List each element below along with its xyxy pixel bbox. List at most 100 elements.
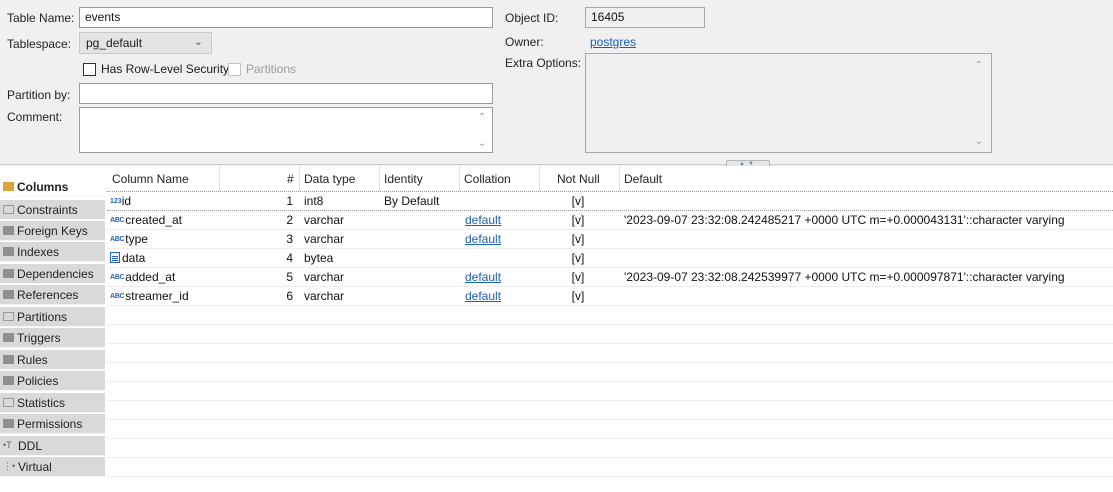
scroll-down-icon[interactable]: ⌄: [478, 138, 486, 149]
data-type-cell[interactable]: varchar: [304, 270, 344, 284]
partitions-label: Partitions: [246, 62, 297, 76]
text-type-icon: ABC: [110, 274, 125, 281]
empty-row: [107, 382, 1113, 401]
header-identity[interactable]: Identity: [384, 172, 423, 186]
owner-link[interactable]: postgres: [590, 35, 636, 49]
not-null-cell[interactable]: [v]: [550, 251, 606, 265]
header-collation[interactable]: Collation: [464, 172, 511, 186]
identity-cell[interactable]: By Default: [384, 194, 439, 208]
tab-references[interactable]: References: [0, 285, 105, 305]
not-null-cell[interactable]: [v]: [550, 194, 606, 208]
columns-grid[interactable]: Column Name # Data type Identity Collati…: [107, 166, 1113, 492]
binary-type-icon: [110, 252, 120, 263]
table-row[interactable]: ABCadded_at 5 varchar default [v] '2023-…: [107, 268, 1113, 287]
column-name-cell[interactable]: 123id: [110, 194, 131, 208]
statistics-icon: [3, 398, 14, 407]
comment-textarea[interactable]: ⌃ ⌄: [79, 107, 493, 153]
column-name-cell[interactable]: ABCtype: [110, 232, 148, 246]
table-row[interactable]: data 4 bytea [v]: [107, 249, 1113, 268]
tab-foreign-keys[interactable]: Foreign Keys: [0, 221, 105, 241]
column-name-text: type: [125, 232, 148, 246]
text-type-icon: ABC: [110, 217, 125, 224]
text-type-icon: ABC: [110, 293, 125, 300]
ordinal-cell[interactable]: 5: [267, 270, 293, 284]
tab-indexes[interactable]: Indexes: [0, 242, 105, 262]
table-name-input[interactable]: events: [79, 7, 493, 28]
tab-partitions[interactable]: Partitions: [0, 307, 105, 327]
header-data-type[interactable]: Data type: [304, 172, 355, 186]
tab-triggers[interactable]: Triggers: [0, 328, 105, 348]
table-name-label: Table Name:: [7, 11, 75, 25]
not-null-cell[interactable]: [v]: [550, 213, 606, 227]
ordinal-cell[interactable]: 6: [267, 289, 293, 303]
header-default[interactable]: Default: [624, 172, 662, 186]
tab-columns[interactable]: Columns: [0, 177, 106, 197]
data-type-cell[interactable]: varchar: [304, 232, 344, 246]
object-id-field: 16405: [585, 7, 705, 28]
scroll-up-icon[interactable]: ⌃: [478, 112, 486, 123]
not-null-cell[interactable]: [v]: [550, 270, 606, 284]
panel-splitter[interactable]: [0, 164, 1113, 165]
column-name-cell[interactable]: data: [110, 251, 145, 265]
partitions-checkbox[interactable]: Partitions: [228, 62, 296, 76]
header-ordinal[interactable]: #: [287, 172, 294, 186]
partition-by-input[interactable]: [79, 83, 493, 104]
rules-icon: [3, 355, 14, 364]
ordinal-cell[interactable]: 3: [267, 232, 293, 246]
tablespace-label: Tablespace:: [7, 37, 72, 51]
rls-checkbox[interactable]: Has Row-Level Security: [83, 62, 229, 76]
tab-label: Rules: [17, 352, 48, 367]
tab-ddl[interactable]: •T DDL: [0, 436, 105, 456]
rls-label: Has Row-Level Security: [101, 62, 230, 76]
tab-statistics[interactable]: Statistics: [0, 393, 105, 413]
empty-row: [107, 458, 1113, 477]
checkbox-box[interactable]: [228, 62, 241, 76]
column-name-text: id: [121, 194, 132, 208]
comment-label: Comment:: [7, 110, 63, 124]
collation-link[interactable]: default: [465, 289, 501, 303]
default-cell[interactable]: '2023-09-07 23:32:08.242485217 +0000 UTC…: [624, 213, 1065, 227]
header-divider: [459, 166, 460, 192]
scroll-down-icon[interactable]: ⌄: [975, 136, 983, 147]
table-row[interactable]: ABCcreated_at 2 varchar default [v] '202…: [107, 211, 1113, 230]
tab-dependencies[interactable]: Dependencies: [0, 264, 105, 284]
data-type-cell[interactable]: bytea: [304, 251, 333, 265]
tab-rules[interactable]: Rules: [0, 350, 105, 370]
tab-policies[interactable]: Policies: [0, 371, 105, 391]
scroll-up-icon[interactable]: ⌃: [975, 60, 983, 71]
header-column-name[interactable]: Column Name: [112, 172, 189, 186]
ordinal-cell[interactable]: 4: [267, 251, 293, 265]
references-icon: [3, 290, 14, 299]
column-name-cell[interactable]: ABCstreamer_id: [110, 289, 189, 303]
tab-constraints[interactable]: Constraints: [0, 200, 105, 220]
not-null-cell[interactable]: [v]: [550, 289, 606, 303]
collation-link[interactable]: default: [465, 213, 501, 227]
data-type-cell[interactable]: varchar: [304, 289, 344, 303]
collation-link[interactable]: default: [465, 270, 501, 284]
table-row[interactable]: ABCtype 3 varchar default [v]: [107, 230, 1113, 249]
dependencies-icon: [3, 269, 14, 278]
column-name-cell[interactable]: ABCcreated_at: [110, 213, 182, 227]
partition-by-label: Partition by:: [7, 88, 71, 102]
tablespace-select[interactable]: pg_default ⌄: [79, 32, 212, 54]
tab-label: Statistics: [17, 395, 66, 410]
tab-permissions[interactable]: Permissions: [0, 414, 105, 434]
default-cell[interactable]: '2023-09-07 23:32:08.242539977 +0000 UTC…: [624, 270, 1065, 284]
column-name-cell[interactable]: ABCadded_at: [110, 270, 175, 284]
checkbox-box[interactable]: [83, 62, 96, 76]
ordinal-cell[interactable]: 2: [267, 213, 293, 227]
header-not-null[interactable]: Not Null: [557, 172, 600, 186]
extra-options-textarea[interactable]: ⌃ ⌄: [585, 53, 992, 153]
table-row[interactable]: ABCstreamer_id 6 varchar default [v]: [107, 287, 1113, 306]
extra-options-label: Extra Options:: [505, 56, 582, 70]
table-row[interactable]: 123id 1 int8 By Default [v]: [107, 192, 1113, 211]
data-type-cell[interactable]: int8: [304, 194, 323, 208]
tab-label: Foreign Keys: [17, 223, 88, 238]
data-type-cell[interactable]: varchar: [304, 213, 344, 227]
column-name-text: data: [122, 251, 146, 265]
collation-link[interactable]: default: [465, 232, 501, 246]
not-null-cell[interactable]: [v]: [550, 232, 606, 246]
tab-label: Constraints: [17, 202, 78, 217]
ordinal-cell[interactable]: 1: [267, 194, 293, 208]
tab-virtual[interactable]: ⋮• Virtual: [0, 457, 105, 477]
